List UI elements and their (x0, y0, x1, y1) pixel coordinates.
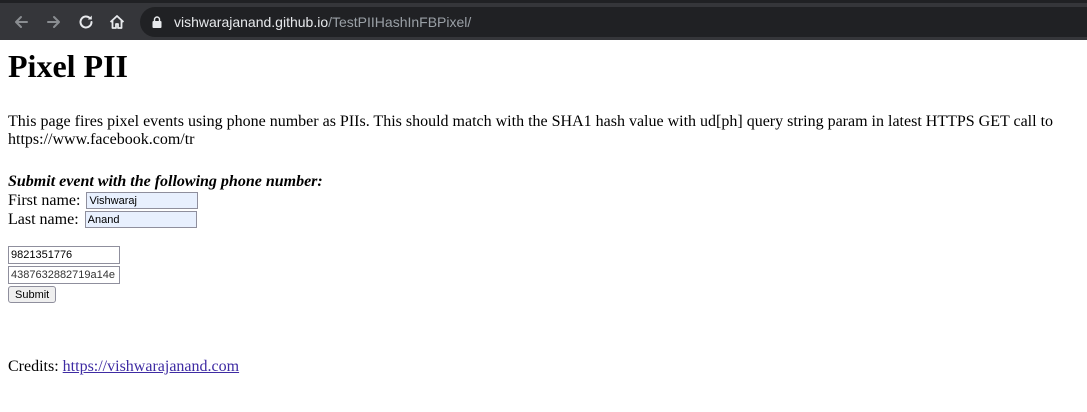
hash-output-field[interactable] (8, 266, 120, 284)
page-content: Pixel PII This page fires pixel events u… (8, 40, 1078, 303)
intro-text: This page fires pixel events using phone… (8, 113, 1054, 148)
forward-button[interactable] (42, 10, 66, 34)
form-title: Submit event with the following phone nu… (8, 173, 323, 190)
lock-icon (152, 16, 162, 28)
back-arrow-icon (15, 16, 28, 28)
url-host: vishwarajanand.github.io (174, 14, 329, 30)
first-name-input[interactable] (86, 192, 199, 209)
last-name-input[interactable] (84, 211, 197, 228)
back-button[interactable] (9, 10, 33, 34)
first-name-row: First name: (8, 191, 1078, 210)
last-name-label: Last name: (8, 211, 79, 228)
page-title: Pixel PII (8, 48, 128, 84)
first-name-label: First name: (8, 192, 81, 209)
credits-link[interactable]: https://vishwarajanand.com (63, 358, 239, 375)
credits: Credits: https://vishwarajanand.com (8, 358, 239, 376)
home-button[interactable] (105, 10, 129, 34)
url-path: /TestPIIHashInFBPixel/ (328, 14, 472, 30)
forward-arrow-icon (47, 16, 60, 28)
address-bar[interactable]: vishwarajanand.github.io/TestPIIHashInFB… (140, 7, 1087, 37)
browser-toolbar: vishwarajanand.github.io/TestPIIHashInFB… (0, 0, 1087, 40)
reload-icon (79, 15, 93, 29)
url-text: vishwarajanand.github.io/TestPIIHashInFB… (174, 14, 471, 30)
submit-button[interactable]: Submit (8, 286, 57, 303)
home-icon (109, 15, 125, 29)
credits-label: Credits: (8, 358, 59, 375)
last-name-row: Last name: (8, 210, 1078, 229)
reload-button[interactable] (74, 10, 98, 34)
phone-input[interactable] (8, 246, 120, 264)
